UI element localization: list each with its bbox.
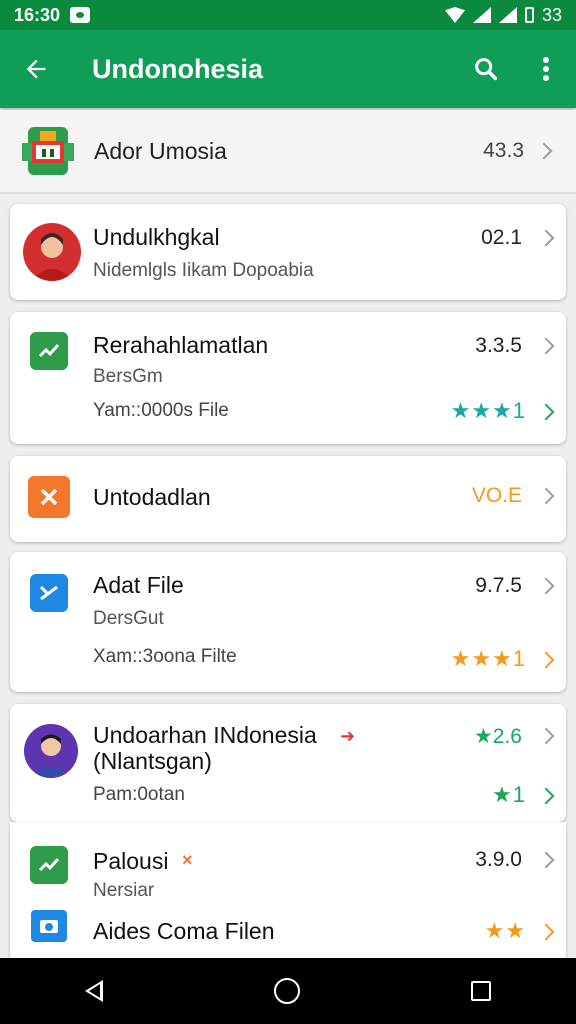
notification-icon: [70, 7, 91, 23]
shuffle-icon: [30, 574, 68, 612]
battery-level: 33: [541, 4, 562, 25]
item-title: Undulkhgkal: [93, 224, 220, 250]
status-bar: 16:30 33: [0, 0, 576, 30]
item-title: Undoarhan INdonesia: [93, 722, 317, 748]
avatar: [23, 223, 81, 281]
search-button[interactable]: [456, 39, 516, 99]
chevron-right-icon: [537, 403, 555, 421]
chevron-right-icon: [537, 487, 555, 505]
page-title: Undonohesia: [92, 53, 264, 84]
chevron-right-icon: [537, 651, 555, 669]
chevron-right-icon: [537, 577, 555, 595]
rating-stars: ★★★1: [450, 646, 526, 671]
app-logo: [20, 123, 76, 179]
item-title: Aides Coma Filen: [93, 918, 275, 944]
header-value: 43.3: [483, 139, 524, 162]
item-subtitle: Nidemlgls Iikam Dopoabia: [93, 260, 314, 281]
item-value: VO.E: [471, 484, 522, 507]
item-value: ★2.6: [473, 725, 522, 748]
recents-nav-icon[interactable]: [470, 981, 491, 1001]
camera-icon: [31, 910, 67, 942]
item-value: 9.7.5: [475, 574, 522, 597]
item-title-line2: (Nlantsgan): [93, 748, 212, 774]
more-vert-icon: [543, 57, 549, 81]
item-meta: Xam::3oona Filte: [93, 646, 237, 667]
app-bar: Undonohesia: [0, 30, 576, 108]
header-row[interactable]: Ador Umosia 43.3: [0, 110, 576, 194]
item-meta: Yam::0000s File: [93, 400, 229, 421]
item-value: 02.1: [481, 226, 522, 249]
trend-icon: [30, 332, 68, 370]
rating-stars: ★★: [484, 918, 526, 943]
item-title: Palousi: [93, 848, 169, 874]
list-item[interactable]: Undoarhan INdonesia ➜ (Nlantsgan) Pam:0o…: [10, 704, 566, 822]
wifi-icon: [444, 7, 465, 23]
back-button[interactable]: [0, 30, 72, 108]
list-item[interactable]: Palousi × Nersiar 3.9.0 Aides Coma Filen…: [10, 822, 566, 962]
arrow-left-icon: [26, 59, 46, 79]
chevron-right-icon: [535, 142, 553, 160]
chevron-right-icon: [537, 337, 555, 355]
list-item[interactable]: Untodadlan VO.E: [10, 456, 566, 542]
chevron-right-icon: [537, 787, 555, 805]
item-value: 3.9.0: [475, 848, 522, 871]
rating-stars: ★1: [492, 782, 526, 807]
item-title: Untodadlan: [93, 484, 211, 510]
navigation-bar: [0, 958, 576, 1024]
chevron-right-icon: [537, 727, 555, 745]
list-item[interactable]: Rerahahlamatlan BersGm Yam::0000s File 3…: [10, 312, 566, 444]
list-item[interactable]: Undulkhgkal Nidemlgls Iikam Dopoabia 02.…: [10, 204, 566, 300]
item-value: 3.3.5: [475, 334, 522, 357]
home-nav-icon[interactable]: [273, 978, 300, 1004]
signal-icon-2: [498, 7, 517, 23]
search-icon: [475, 58, 498, 81]
chevron-right-icon: [537, 923, 555, 941]
close-icon: ×: [182, 850, 193, 870]
more-options-button[interactable]: [516, 39, 576, 99]
trend-icon: [30, 846, 68, 884]
item-title: Adat File: [93, 572, 184, 598]
list-item[interactable]: Adat File DersGut Xam::3oona Filte 9.7.5…: [10, 552, 566, 692]
item-title: Rerahahlamatlan: [93, 332, 269, 358]
status-time: 16:30: [14, 4, 61, 25]
chevron-right-icon: [537, 229, 555, 247]
header-name: Ador Umosia: [94, 137, 227, 164]
status-icons: 33: [444, 4, 562, 26]
close-x-icon: [28, 476, 70, 518]
battery-icon: [524, 7, 534, 23]
chevron-right-icon: [537, 851, 555, 869]
rating-stars: ★★★1: [450, 398, 526, 423]
avatar: [24, 724, 78, 778]
item-meta: Pam:0otan: [93, 784, 185, 805]
app-bar-actions: [456, 39, 576, 99]
flag-icon: ➜: [340, 726, 356, 746]
item-subtitle: Nersiar: [93, 880, 155, 901]
item-subtitle: DersGut: [93, 608, 164, 629]
back-nav-icon[interactable]: [85, 980, 104, 1002]
item-subtitle: BersGm: [93, 366, 163, 387]
signal-icon: [472, 7, 491, 23]
